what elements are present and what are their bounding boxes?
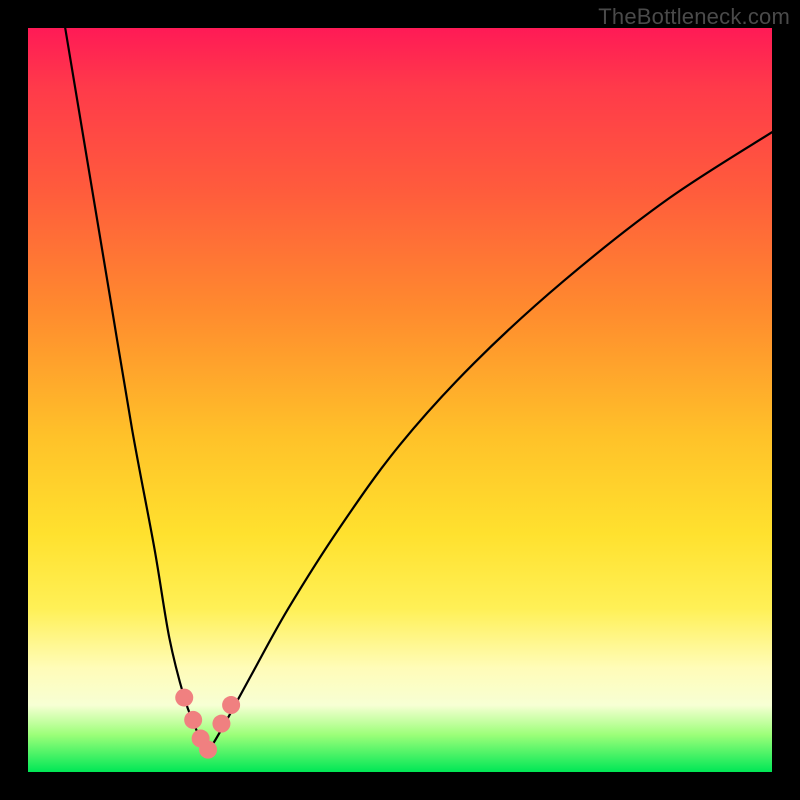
curve-left-branch: [65, 28, 206, 753]
curve-right-branch: [207, 132, 772, 753]
watermark-text: TheBottleneck.com: [598, 4, 790, 30]
marker-dot: [212, 715, 230, 733]
highlight-markers: [175, 689, 240, 759]
marker-dot: [184, 711, 202, 729]
plot-area: [28, 28, 772, 772]
marker-dot: [199, 741, 217, 759]
marker-dot: [222, 696, 240, 714]
chart-svg: [28, 28, 772, 772]
outer-frame: TheBottleneck.com: [0, 0, 800, 800]
marker-dot: [175, 689, 193, 707]
